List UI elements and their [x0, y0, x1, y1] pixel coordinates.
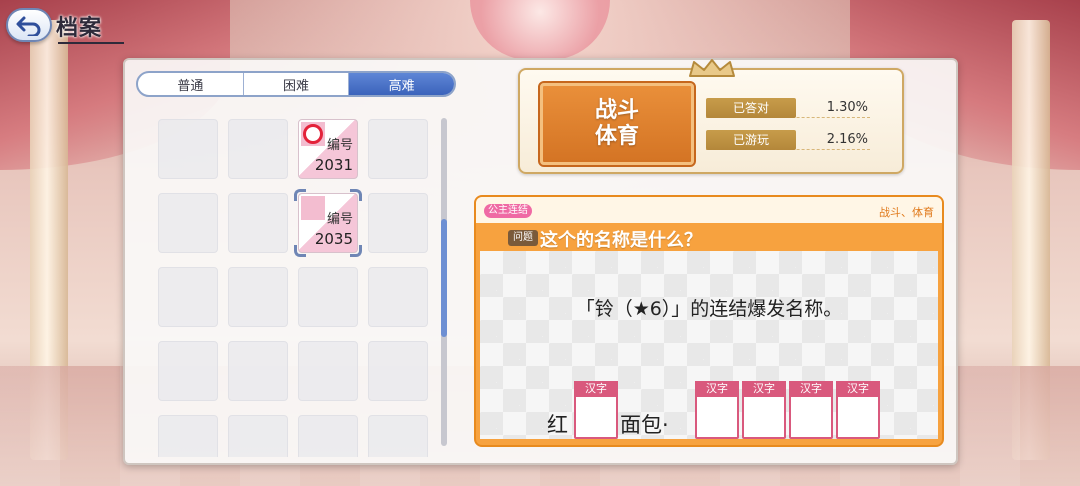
- answer-box-1[interactable]: 汉字: [574, 381, 618, 439]
- archive-card-2035[interactable]: 编号 2035: [298, 193, 358, 253]
- answer-box-4[interactable]: 汉字: [789, 381, 833, 439]
- grid-cell-empty: [368, 193, 428, 253]
- grid-cell-empty: [368, 267, 428, 327]
- selection-corner: [294, 189, 306, 201]
- page-title: 档案: [56, 16, 103, 41]
- title-underline: [58, 42, 124, 44]
- scrollbar-thumb[interactable]: [441, 219, 447, 337]
- stat-value: 1.30%: [826, 100, 868, 115]
- answer-hint: 汉字: [695, 381, 739, 397]
- answer-hint: 汉字: [789, 381, 833, 397]
- card-label: 编号: [326, 212, 353, 227]
- question-text: 这个的名称是什么？: [540, 230, 702, 251]
- card-number: 2031: [314, 156, 353, 174]
- stat-label: 已游玩: [706, 129, 796, 150]
- answer-hint: 汉字: [574, 381, 618, 397]
- grid-cell-empty: [228, 341, 288, 401]
- difficulty-tabs: 普通 困难 高难: [136, 71, 456, 97]
- grid-cell-empty: [228, 267, 288, 327]
- grid-cell-empty: [368, 119, 428, 179]
- question-prompt: 「铃（★6）」的连结爆发名称。: [575, 298, 843, 320]
- stat-value: 2.16%: [826, 132, 868, 147]
- category-name-line2: 体育: [594, 124, 639, 149]
- answer-box-3[interactable]: 汉字: [742, 381, 786, 439]
- stat-correct: 已答对 1.30%: [706, 97, 870, 118]
- archive-grid: 编号 2031 编号 2035: [156, 117, 436, 457]
- selection-corner: [350, 189, 362, 201]
- grid-cell-empty: [158, 119, 218, 179]
- stat-label: 已答对: [706, 97, 796, 118]
- grid-cell-empty: [228, 193, 288, 253]
- answer-box-5[interactable]: 汉字: [836, 381, 880, 439]
- answer-fixed-text: 面包·: [620, 413, 669, 437]
- back-button[interactable]: [6, 8, 52, 42]
- archive-card-2031[interactable]: 编号 2031: [298, 119, 358, 179]
- grid-scrollbar[interactable]: [441, 118, 447, 446]
- tab-very-hard[interactable]: 高难: [348, 73, 454, 95]
- selection-corner: [350, 245, 362, 257]
- answer-hint: 汉字: [836, 381, 880, 397]
- question-card-header: 公主连结 战斗、体育: [476, 197, 942, 223]
- tab-normal[interactable]: 普通: [138, 73, 243, 95]
- game-tag: 公主连结: [484, 204, 532, 218]
- grid-cell-empty: [158, 415, 218, 457]
- selection-corner: [294, 245, 306, 257]
- tab-hard[interactable]: 困难: [242, 73, 349, 95]
- category-name-line1: 战斗: [594, 98, 639, 123]
- back-arrow-icon: [16, 16, 41, 36]
- stat-played: 已游玩 2.16%: [706, 129, 870, 150]
- grid-cell-empty: [158, 267, 218, 327]
- category-badge: 战斗 体育: [538, 81, 696, 167]
- grid-cell-empty: [298, 415, 358, 457]
- correct-circle-icon: [303, 124, 323, 144]
- grid-cell-empty: [228, 119, 288, 179]
- grid-cell-empty: [298, 267, 358, 327]
- grid-cell-empty: [368, 415, 428, 457]
- grid-cell-empty: [298, 341, 358, 401]
- grid-cell-empty: [158, 193, 218, 253]
- crown-icon: [689, 59, 735, 77]
- card-number: 2035: [314, 230, 353, 248]
- card-label: 编号: [326, 138, 353, 153]
- answer-box-2[interactable]: 汉字: [695, 381, 739, 439]
- question-category: 战斗、体育: [879, 206, 934, 219]
- answer-hint: 汉字: [742, 381, 786, 397]
- grid-cell-empty: [158, 341, 218, 401]
- grid-cell-empty: [228, 415, 288, 457]
- question-label: 问题: [508, 230, 538, 246]
- stage-ornament: [470, 0, 610, 60]
- grid-cell-empty: [368, 341, 428, 401]
- answer-fixed-char: 红: [547, 413, 568, 437]
